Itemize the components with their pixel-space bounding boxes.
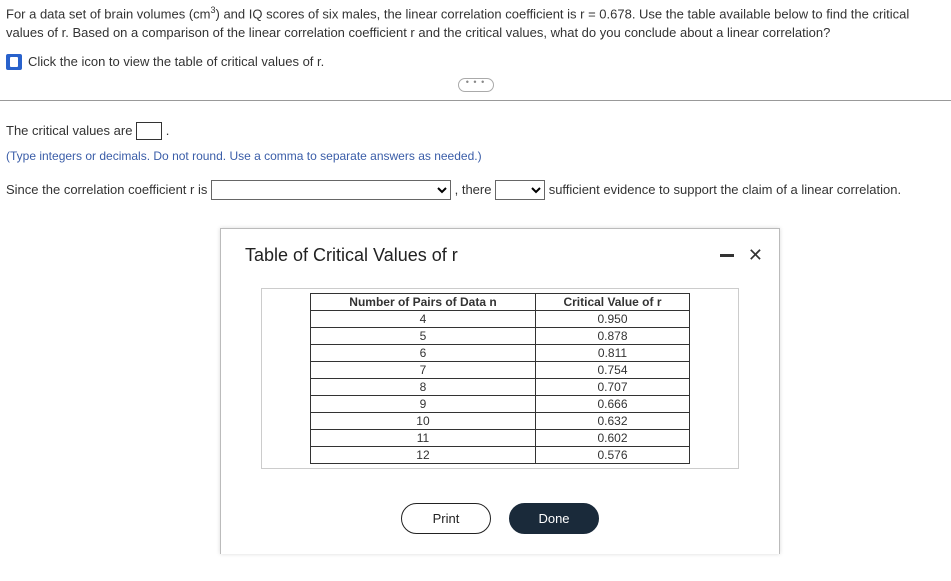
modal-header: Table of Critical Values of r ✕ — [221, 229, 779, 276]
critical-values-input[interactable] — [136, 122, 162, 140]
crit-values-label-after: . — [166, 123, 170, 138]
cell-r: 0.707 — [535, 379, 689, 396]
print-button[interactable]: Print — [401, 503, 491, 534]
comparison-select[interactable] — [211, 180, 451, 200]
cell-n: 9 — [311, 396, 536, 413]
answer-area: The critical values are . (Type integers… — [0, 115, 951, 205]
table-link[interactable]: Click the icon to view the table of crit… — [0, 50, 951, 74]
done-button[interactable]: Done — [509, 503, 599, 534]
table-row: 80.707 — [311, 379, 690, 396]
cell-n: 11 — [311, 430, 536, 447]
cell-r: 0.811 — [535, 345, 689, 362]
tail-label: sufficient evidence to support the claim… — [549, 182, 901, 197]
cell-n: 5 — [311, 328, 536, 345]
table-link-label: Click the icon to view the table of crit… — [28, 54, 324, 69]
table-container: Number of Pairs of Data n Critical Value… — [261, 288, 739, 469]
section-divider — [0, 100, 951, 101]
critical-values-table: Number of Pairs of Data n Critical Value… — [310, 293, 690, 464]
cell-r: 0.576 — [535, 447, 689, 464]
sufficiency-select[interactable] — [495, 180, 545, 200]
header-n: Number of Pairs of Data n — [311, 294, 536, 311]
header-r: Critical Value of r — [535, 294, 689, 311]
cell-n: 7 — [311, 362, 536, 379]
question-text: For a data set of brain volumes (cm3) an… — [0, 0, 951, 46]
input-hint: (Type integers or decimals. Do not round… — [6, 146, 945, 168]
cell-r: 0.666 — [535, 396, 689, 413]
cell-r: 0.878 — [535, 328, 689, 345]
cell-r: 0.632 — [535, 413, 689, 430]
table-row: 90.666 — [311, 396, 690, 413]
table-row: 110.602 — [311, 430, 690, 447]
table-row: 120.576 — [311, 447, 690, 464]
cell-r: 0.950 — [535, 311, 689, 328]
table-header-row: Number of Pairs of Data n Critical Value… — [311, 294, 690, 311]
modal-title: Table of Critical Values of r — [245, 245, 458, 266]
close-icon[interactable]: ✕ — [748, 245, 763, 266]
table-row: 60.811 — [311, 345, 690, 362]
cell-r: 0.602 — [535, 430, 689, 447]
cell-n: 12 — [311, 447, 536, 464]
table-row: 50.878 — [311, 328, 690, 345]
there-label: , there — [455, 182, 495, 197]
modal-controls: ✕ — [720, 245, 763, 266]
question-part1: For a data set of brain volumes (cm — [6, 6, 210, 21]
critical-values-modal: Table of Critical Values of r ✕ Number o… — [220, 228, 780, 554]
correlation-sentence: Since the correlation coefficient r is ,… — [6, 178, 945, 201]
table-row: 100.632 — [311, 413, 690, 430]
since-label: Since the correlation coefficient r is — [6, 182, 211, 197]
cell-n: 4 — [311, 311, 536, 328]
critical-values-line: The critical values are . — [6, 119, 945, 142]
cell-n: 6 — [311, 345, 536, 362]
table-row: 70.754 — [311, 362, 690, 379]
cell-r: 0.754 — [535, 362, 689, 379]
expand-dots-button[interactable] — [458, 78, 494, 92]
minimize-icon[interactable] — [720, 254, 734, 257]
modal-button-row: Print Done — [221, 489, 779, 554]
cell-n: 8 — [311, 379, 536, 396]
table-row: 40.950 — [311, 311, 690, 328]
crit-values-label-before: The critical values are — [6, 123, 136, 138]
cell-n: 10 — [311, 413, 536, 430]
document-icon — [6, 54, 22, 70]
